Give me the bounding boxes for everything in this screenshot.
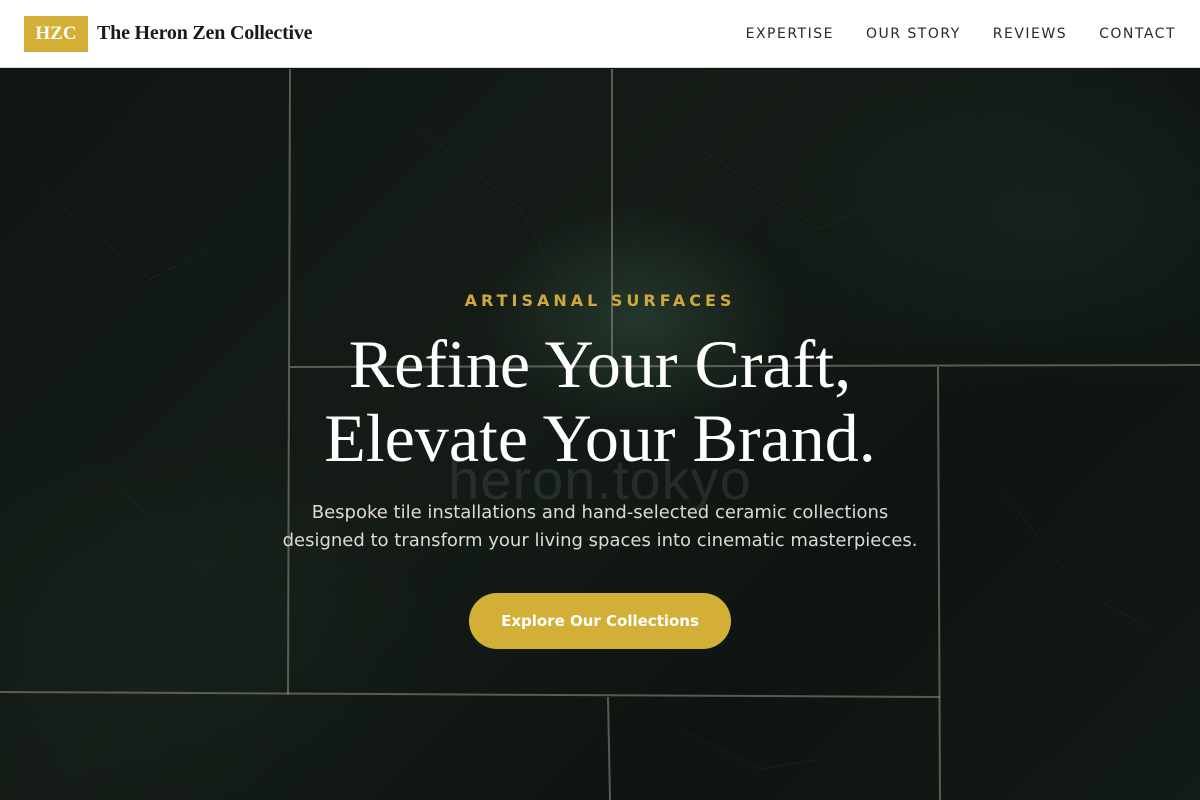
hero-headline-line-2: Elevate Your Brand. — [324, 400, 876, 476]
site-header: HZC The Heron Zen Collective EXPERTISE O… — [0, 0, 1200, 68]
explore-collections-button[interactable]: Explore Our Collections — [469, 593, 731, 649]
hero-subtext: Bespoke tile installations and hand-sele… — [0, 499, 1200, 555]
nav-link-our-story[interactable]: OUR STORY — [866, 26, 961, 42]
hero-subtext-line-2: designed to transform your living spaces… — [282, 530, 918, 551]
hero-headline: Refine Your Craft, Elevate Your Brand. — [0, 327, 1200, 475]
nav-link-contact[interactable]: CONTACT — [1099, 26, 1176, 42]
nav-link-expertise[interactable]: EXPERTISE — [746, 26, 834, 42]
main-nav: EXPERTISE OUR STORY REVIEWS CONTACT — [746, 26, 1176, 42]
nav-link-reviews[interactable]: REVIEWS — [993, 26, 1067, 42]
hero-eyebrow: ARTISANAL SURFACES — [464, 291, 736, 310]
hero-headline-line-1: Refine Your Craft, — [348, 326, 852, 402]
logo-badge[interactable]: HZC — [24, 15, 88, 52]
site-name[interactable]: The Heron Zen Collective — [97, 22, 313, 45]
brand[interactable]: HZC The Heron Zen Collective — [24, 15, 313, 52]
hero-section: ARTISANAL SURFACES heron.tokyo Refine Yo… — [0, 69, 1200, 800]
hero-subtext-line-1: Bespoke tile installations and hand-sele… — [311, 502, 889, 523]
